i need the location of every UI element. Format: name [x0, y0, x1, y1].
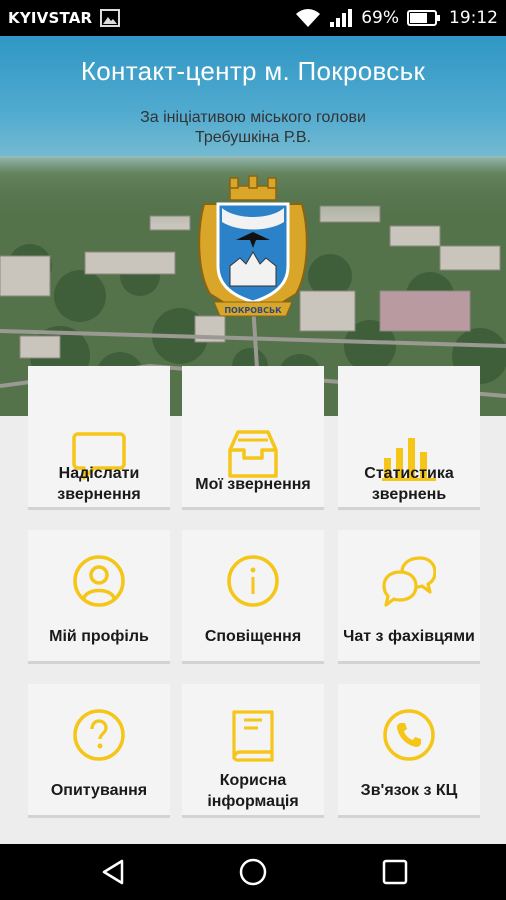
recents-icon[interactable] [381, 858, 409, 886]
info-icon [227, 555, 279, 607]
menu-label: Корисна інформація [207, 772, 299, 810]
menu-label: Сповіщення [204, 628, 302, 645]
menu-label: Мої звернення [195, 476, 311, 493]
home-icon[interactable] [239, 858, 267, 886]
user-profile-icon [73, 555, 125, 607]
hero-banner: Контакт-центр м. Покровськ За ініціативо… [0, 36, 506, 416]
system-navigation-bar [0, 844, 506, 900]
signal-icon [329, 8, 353, 28]
menu-tile-notifications[interactable]: Сповіщення [182, 530, 324, 664]
status-bar: KYIVSTAR 69% 19:12 [0, 0, 506, 36]
chat-bubbles-icon [382, 556, 436, 607]
menu-tile-my-requests[interactable]: Мої звернення [182, 366, 324, 510]
menu-tile-contact-center[interactable]: Зв'язок з КЦ [338, 684, 480, 818]
menu-tile-survey[interactable]: Опитування [28, 684, 170, 818]
menu-grid: Надіслати звернення Мої звернення Статист… [0, 366, 506, 844]
phone-icon [383, 709, 435, 761]
menu-label: Статистика звернень [364, 465, 454, 503]
page-title: Контакт-центр м. Покровськ [80, 56, 426, 86]
menu-tile-send-request[interactable]: Надіслати звернення [28, 366, 170, 510]
subtitle-line-1: За ініціативою міського голови [140, 109, 366, 126]
menu-label: Чат з фахівцями [343, 628, 475, 645]
book-icon [232, 710, 274, 762]
crest-ribbon-text: ПОКРОВСЬК [224, 306, 282, 315]
menu-tile-useful-info[interactable]: Корисна інформація [182, 684, 324, 818]
battery-icon [407, 9, 441, 27]
menu-label: Опитування [50, 782, 148, 799]
menu-tile-chat[interactable]: Чат з фахівцями [338, 530, 480, 664]
menu-label: Надіслати звернення [57, 465, 141, 503]
battery-percent: 69% [361, 8, 399, 28]
menu-tile-my-profile[interactable]: Мій профіль [28, 530, 170, 664]
subtitle-line-2: Требушкіна Р.В. [194, 129, 312, 146]
question-icon [73, 709, 125, 761]
gallery-notification-icon [100, 9, 121, 27]
menu-label: Зв'язок з КЦ [360, 782, 458, 799]
menu-label: Мій профіль [49, 628, 149, 645]
clock: 19:12 [449, 8, 498, 28]
page-subtitle: За ініціативою міського голови Требушкін… [0, 108, 506, 148]
wifi-icon [295, 8, 321, 28]
carrier-name: KYIVSTAR [8, 9, 93, 27]
menu-tile-statistics[interactable]: Статистика звернень [338, 366, 480, 510]
city-coat-of-arms: ПОКРОВСЬК [198, 175, 308, 317]
back-icon[interactable] [100, 858, 128, 886]
